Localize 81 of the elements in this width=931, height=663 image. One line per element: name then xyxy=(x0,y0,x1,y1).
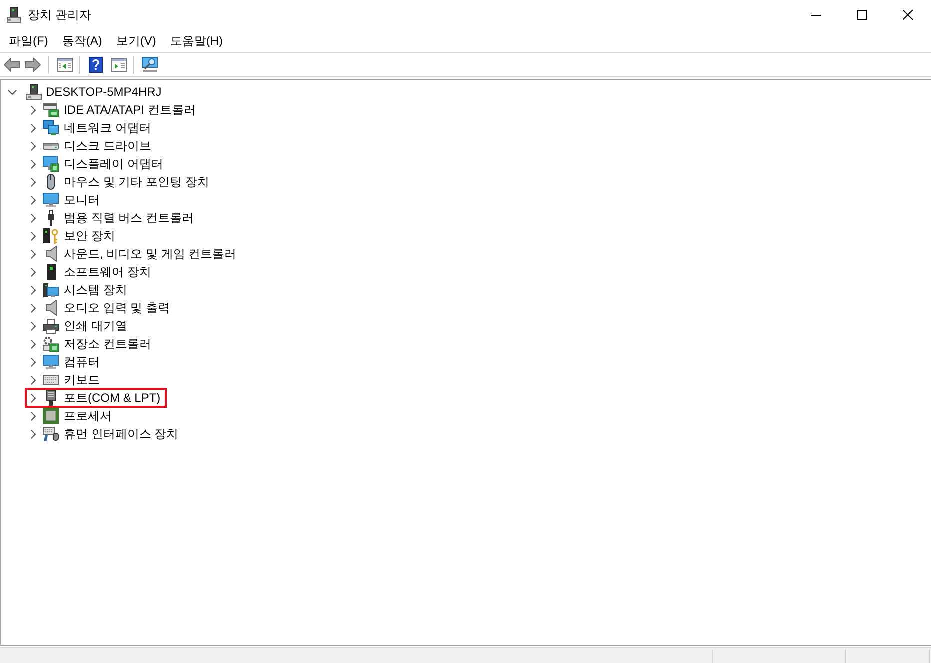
keyboard-mouse-icon xyxy=(43,427,59,441)
tree-item[interactable]: 보안 장치 xyxy=(63,228,116,244)
tree-item[interactable]: 사운드, 비디오 및 게임 컨트롤러 xyxy=(63,246,238,262)
help-button[interactable] xyxy=(87,54,105,74)
tree-item[interactable]: 소프트웨어 장치 xyxy=(63,264,152,280)
chevron-right-icon[interactable] xyxy=(30,178,36,186)
help-icon xyxy=(89,56,103,72)
minimize-icon xyxy=(811,14,821,16)
mouse-icon xyxy=(47,174,55,190)
monitor-icon xyxy=(43,192,59,208)
plug-icon xyxy=(48,210,54,226)
drive-icon xyxy=(43,142,59,150)
chevron-right-icon[interactable] xyxy=(30,304,36,312)
tree-item[interactable]: 네트워크 어댑터 xyxy=(63,120,152,136)
keyboard-icon xyxy=(43,375,59,385)
menu-item[interactable]: 동작(A) xyxy=(55,31,110,51)
drive-card-icon xyxy=(43,103,59,117)
back-button[interactable] xyxy=(2,56,22,74)
tree-item[interactable]: 키보드 xyxy=(63,372,101,388)
chevron-right-icon[interactable] xyxy=(30,214,36,222)
tree-item[interactable]: DESKTOP-5MP4HRJ xyxy=(45,84,163,100)
tree-item[interactable]: 저장소 컨트롤러 xyxy=(63,336,152,352)
chevron-right-icon[interactable] xyxy=(30,340,36,348)
tree-item[interactable]: 휴먼 인터페이스 장치 xyxy=(63,426,180,442)
gear-card-icon xyxy=(43,336,59,352)
window-panel-icon xyxy=(111,58,127,72)
chevron-right-icon[interactable] xyxy=(30,394,36,402)
left-arrow-icon xyxy=(4,58,20,72)
chevron-right-icon[interactable] xyxy=(30,232,36,240)
tree-item[interactable]: 인쇄 대기열 xyxy=(63,318,128,334)
maximize-icon xyxy=(857,10,867,20)
tree-item[interactable]: 디스크 드라이브 xyxy=(63,138,152,154)
printer-icon xyxy=(43,318,59,334)
chevron-down-icon[interactable] xyxy=(8,90,16,94)
tree-item[interactable]: 컴퓨터 xyxy=(63,354,101,370)
computer-icon xyxy=(26,84,42,100)
tower-key-icon xyxy=(43,228,59,244)
tree-item[interactable]: IDE ATA/ATAPI 컨트롤러 xyxy=(63,102,197,118)
tree-item[interactable]: 마우스 및 기타 포인팅 장치 xyxy=(63,174,210,190)
tower-monitor-icon xyxy=(43,282,59,298)
computer-icon xyxy=(7,7,21,23)
monitors-icon xyxy=(43,120,59,136)
tower-icon xyxy=(46,264,56,280)
console-tree-button[interactable] xyxy=(55,56,75,74)
chevron-right-icon[interactable] xyxy=(30,412,36,420)
chevron-right-icon[interactable] xyxy=(30,250,36,258)
close-icon xyxy=(903,10,913,20)
menu-item[interactable]: 보기(V) xyxy=(109,31,164,51)
monitor-search-icon xyxy=(142,56,158,72)
chevron-right-icon[interactable] xyxy=(30,196,36,204)
menu-item[interactable]: 도움말(H) xyxy=(163,31,230,51)
tree-item[interactable]: 시스템 장치 xyxy=(63,282,128,298)
tree-item[interactable]: 포트(COM & LPT) xyxy=(63,390,162,406)
scan-button[interactable] xyxy=(140,54,160,74)
chevron-right-icon[interactable] xyxy=(30,106,36,114)
monitor-icon xyxy=(43,354,59,370)
tree-item[interactable]: 프로세서 xyxy=(63,408,113,424)
tree-item[interactable]: 디스플레이 어댑터 xyxy=(63,156,164,172)
chevron-right-icon[interactable] xyxy=(30,286,36,294)
chevron-right-icon[interactable] xyxy=(30,268,36,276)
chip-icon xyxy=(43,408,59,424)
chevron-right-icon[interactable] xyxy=(30,124,36,132)
chevron-right-icon[interactable] xyxy=(30,142,36,150)
forward-button[interactable] xyxy=(23,56,43,74)
chevron-right-icon[interactable] xyxy=(30,430,36,438)
chevron-right-icon[interactable] xyxy=(30,160,36,168)
monitor-card-icon xyxy=(43,156,59,172)
chevron-right-icon[interactable] xyxy=(30,322,36,330)
right-arrow-icon xyxy=(25,58,41,72)
chevron-right-icon[interactable] xyxy=(30,358,36,366)
speaker-icon xyxy=(46,300,56,316)
window-panel-icon xyxy=(57,58,73,72)
tree-item[interactable]: 모니터 xyxy=(63,192,101,208)
speaker-icon xyxy=(46,246,56,262)
tree-item[interactable]: 범용 직렬 버스 컨트롤러 xyxy=(63,210,196,226)
menu-item[interactable]: 파일(F) xyxy=(2,31,56,51)
window-title: 장치 관리자 xyxy=(28,7,92,23)
tree-item[interactable]: 오디오 입력 및 출력 xyxy=(63,300,172,316)
properties-button[interactable] xyxy=(109,56,129,74)
chevron-right-icon[interactable] xyxy=(30,376,36,384)
connector-icon xyxy=(46,390,56,406)
